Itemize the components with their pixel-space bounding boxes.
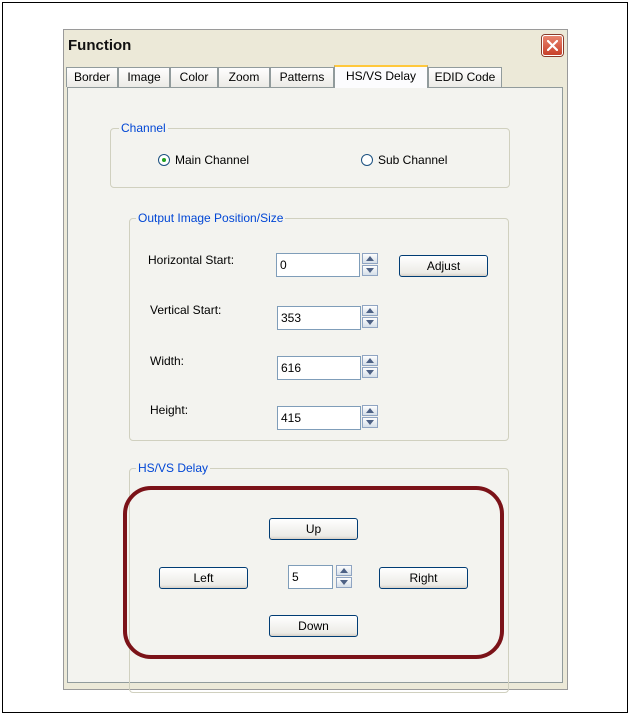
horizontal-start-input[interactable] xyxy=(277,254,359,276)
spin-up-button[interactable] xyxy=(362,253,378,264)
width-field[interactable] xyxy=(277,356,361,380)
arrow-up-icon xyxy=(366,358,374,363)
right-button[interactable]: Right xyxy=(379,567,468,589)
spin-up-button[interactable] xyxy=(362,355,378,366)
arrow-down-icon xyxy=(340,580,348,585)
hs-vs-delay-group: HS/VS Delay Up Left Right Down xyxy=(129,461,509,693)
spin-down-button[interactable] xyxy=(362,367,378,378)
arrow-down-icon xyxy=(366,420,374,425)
vertical-start-label: Vertical Start: xyxy=(150,303,222,317)
tab-panel: Channel Main Channel Sub Channel Output … xyxy=(67,87,563,693)
vertical-start-spinner[interactable] xyxy=(362,305,378,329)
adjust-button[interactable]: Adjust xyxy=(399,255,488,277)
output-position-group: Output Image Position/Size Horizontal St… xyxy=(129,211,509,441)
height-spinner[interactable] xyxy=(362,405,378,429)
tab-zoom[interactable]: Zoom xyxy=(218,67,270,87)
tab-color[interactable]: Color xyxy=(170,67,218,87)
vertical-start-field[interactable] xyxy=(277,306,361,330)
radio-unselected-icon xyxy=(361,154,373,166)
tab-image[interactable]: Image xyxy=(118,67,170,87)
arrow-up-icon xyxy=(366,408,374,413)
arrow-down-icon xyxy=(366,370,374,375)
delay-step-input[interactable] xyxy=(289,566,332,588)
arrow-up-icon xyxy=(340,568,348,573)
tab-border[interactable]: Border xyxy=(66,67,118,87)
close-button[interactable] xyxy=(542,35,563,56)
down-button[interactable]: Down xyxy=(269,615,358,637)
tab-patterns[interactable]: Patterns xyxy=(270,67,334,87)
width-spinner[interactable] xyxy=(362,355,378,379)
spin-down-button[interactable] xyxy=(362,417,378,428)
main-channel-radio[interactable]: Main Channel xyxy=(158,153,249,167)
spin-up-button[interactable] xyxy=(336,565,352,576)
spin-down-button[interactable] xyxy=(336,577,352,588)
horizontal-start-spinner[interactable] xyxy=(362,253,378,277)
vertical-start-input[interactable] xyxy=(278,307,360,329)
left-button[interactable]: Left xyxy=(159,567,248,589)
window-title: Function xyxy=(68,37,132,54)
output-position-legend: Output Image Position/Size xyxy=(136,211,286,225)
title-bar: Function xyxy=(64,30,567,62)
tab-edid-code[interactable]: EDID Code xyxy=(428,67,502,87)
horizontal-start-field[interactable] xyxy=(276,253,360,277)
arrow-down-icon xyxy=(366,268,374,273)
arrow-up-icon xyxy=(366,308,374,313)
delay-step-spinner[interactable] xyxy=(336,565,352,589)
spin-up-button[interactable] xyxy=(362,305,378,316)
arrow-down-icon xyxy=(366,320,374,325)
main-channel-label: Main Channel xyxy=(175,153,250,167)
function-dialog: Function Border Image Color Zoom Pattern… xyxy=(63,29,568,693)
up-button[interactable]: Up xyxy=(269,518,358,540)
radio-selected-icon xyxy=(158,154,170,166)
tab-hs-vs-delay[interactable]: HS/VS Delay xyxy=(334,65,428,88)
height-field[interactable] xyxy=(277,406,361,430)
width-input[interactable] xyxy=(278,357,360,379)
arrow-up-icon xyxy=(366,256,374,261)
sub-channel-label: Sub Channel xyxy=(378,153,448,167)
height-input[interactable] xyxy=(278,407,360,429)
channel-group: Channel Main Channel Sub Channel xyxy=(110,121,510,188)
spin-down-button[interactable] xyxy=(362,317,378,328)
channel-legend: Channel xyxy=(119,121,168,135)
spin-down-button[interactable] xyxy=(362,265,378,276)
delay-step-field[interactable] xyxy=(288,565,333,589)
close-icon xyxy=(547,40,558,51)
height-label: Height: xyxy=(150,403,189,417)
horizontal-start-label: Horizontal Start: xyxy=(148,253,235,267)
width-label: Width: xyxy=(150,354,185,368)
spin-up-button[interactable] xyxy=(362,405,378,416)
hs-vs-delay-legend: HS/VS Delay xyxy=(136,461,211,475)
sub-channel-radio[interactable]: Sub Channel xyxy=(361,153,447,167)
